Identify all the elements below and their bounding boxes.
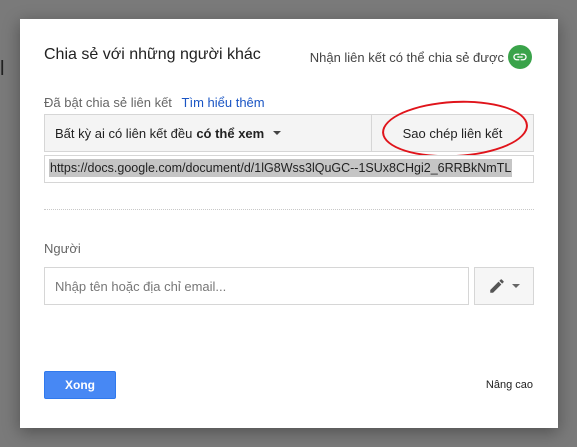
link-status-text: Đã bật chia sẻ liên kết (44, 95, 172, 110)
advanced-link[interactable]: Nâng cao (486, 379, 533, 391)
share-url-field[interactable]: https://docs.google.com/document/d/1lG8W… (44, 155, 534, 183)
chevron-down-icon (512, 284, 520, 288)
link-sharing-status: Đã bật chia sẻ liên kết Tìm hiểu thêm (44, 95, 265, 110)
share-dialog: Chia sẻ với những người khác Nhận liên k… (20, 19, 558, 428)
email-field[interactable] (44, 267, 469, 305)
section-divider (44, 209, 534, 210)
get-shareable-link[interactable]: Nhận liên kết có thể chia sẻ được (310, 45, 532, 69)
link-sharing-row: Bất kỳ ai có liên kết đều có thể xem Sao… (44, 114, 534, 152)
access-level: có thể xem (196, 125, 265, 141)
link-icon[interactable] (508, 45, 532, 69)
background-text: l (0, 58, 5, 80)
share-url-text: https://docs.google.com/document/d/1lG8W… (49, 159, 513, 177)
get-link-label: Nhận liên kết có thể chia sẻ được (309, 49, 504, 65)
done-button[interactable]: Xong (44, 371, 116, 399)
pencil-icon (490, 279, 504, 293)
chevron-down-icon (273, 131, 282, 135)
access-level-dropdown[interactable]: Bất kỳ ai có liên kết đều có thể xem (45, 115, 372, 151)
permission-dropdown-button[interactable] (474, 267, 534, 305)
dialog-title: Chia sẻ với những người khác (44, 46, 261, 63)
copy-link-button[interactable]: Sao chép liên kết (372, 115, 533, 151)
learn-more-link[interactable]: Tìm hiểu thêm (182, 95, 265, 110)
people-label: Người (44, 241, 81, 256)
access-prefix: Bất kỳ ai có liên kết đều (55, 125, 193, 141)
